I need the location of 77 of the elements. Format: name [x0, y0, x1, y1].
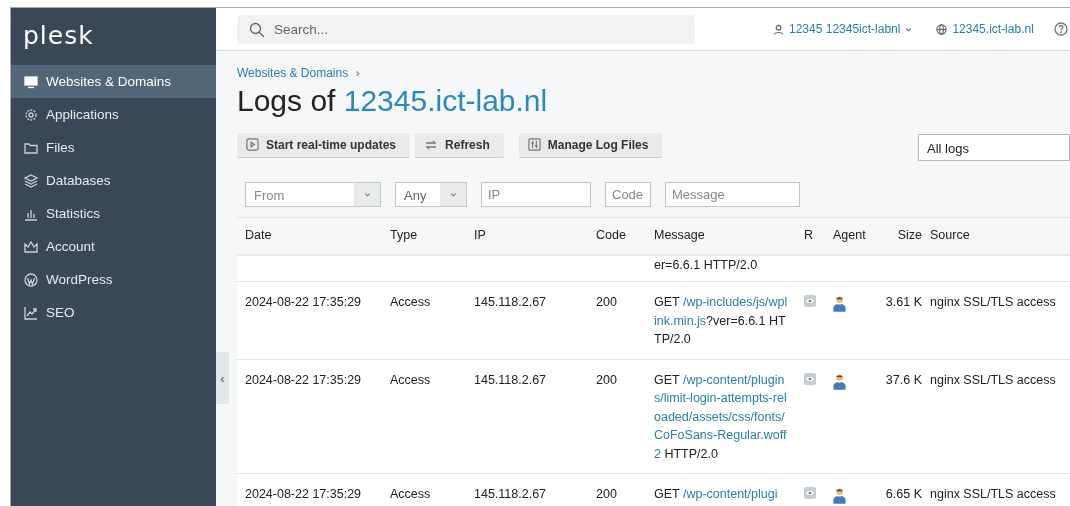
plesk-logo: plesk	[22, 20, 94, 52]
caret-icon	[905, 25, 913, 33]
table-cell-text: Access	[390, 371, 432, 389]
nav-item[interactable]: Applications	[11, 98, 216, 131]
page-title: Logs of 12345.ict-lab.nl	[237, 84, 548, 118]
user-menu[interactable]: 12345 12345ict-labnl	[773, 22, 913, 36]
monitor-icon	[24, 74, 38, 89]
table-cell-text: GET /wp-content/plugi	[654, 486, 779, 503]
gear-icon	[24, 107, 38, 122]
type-filter[interactable]: Any	[395, 182, 467, 207]
breadcrumb-link[interactable]: Websites & Domains	[237, 66, 349, 80]
column-header[interactable]: R	[804, 226, 833, 245]
message-filter[interactable]: Message	[665, 182, 800, 207]
domain-link[interactable]: 12345.ict-lab.nl	[936, 22, 1034, 36]
sliders-icon	[527, 138, 541, 151]
ip-filter[interactable]: IP	[481, 182, 591, 207]
toolbar-button[interactable]: Start real-time updates	[237, 132, 411, 158]
nav-item[interactable]: WordPress	[11, 263, 216, 296]
table-cell-text: GET /wp-includes/js/wplink.min.js?ver=6.6.1 HTTP/2.0	[654, 294, 789, 348]
eye-icon[interactable]	[804, 372, 816, 385]
nav-item[interactable]: Statistics	[11, 197, 216, 230]
table-cell-text: 2024-08-22 17:35:29	[245, 371, 363, 389]
caret-icon	[449, 191, 457, 198]
chevron-icon	[354, 69, 362, 77]
table-cell-text: nginx SSL/TLS access	[929, 371, 1056, 389]
column-header[interactable]: IP	[474, 226, 596, 245]
table-cell-text: nginx SSL/TLS access	[929, 294, 1056, 311]
globe-icon	[936, 23, 948, 35]
column-header[interactable]: Agent	[833, 226, 880, 245]
layers-icon	[24, 173, 38, 188]
table-cell-text: er=6.6.1 HTTP/2.0	[654, 256, 759, 274]
column-header[interactable]: Message	[654, 226, 804, 245]
wordpress-icon	[24, 272, 38, 287]
person-icon[interactable]	[833, 295, 846, 312]
table-cell-text: 2024-08-22 17:35:29	[245, 294, 363, 311]
table-cell-text: GET /wp-content/plugins/limit-login-attempts-reloaded/assets/css/fonts/CoFoSans-Regular.woff2 HTTP/2.0	[654, 371, 788, 463]
help-icon[interactable]	[1053, 22, 1068, 36]
column-header[interactable]: Type	[390, 226, 474, 245]
nav-item[interactable]: Account	[11, 230, 216, 263]
nav-item[interactable]: Websites & Domains	[11, 65, 216, 98]
folder-icon	[24, 140, 38, 155]
collapse-handle[interactable]: ‹	[216, 352, 229, 404]
search-field[interactable]: Search...	[237, 14, 695, 44]
table-cell-text: 37.6 K	[884, 371, 922, 389]
nav-item[interactable]: Files	[11, 131, 216, 164]
column-header[interactable]: Date	[245, 226, 390, 245]
log-select[interactable]: All logs	[918, 133, 1070, 161]
table-cell-text: Access	[390, 294, 432, 311]
column-header[interactable]: Code	[596, 226, 654, 245]
column-header[interactable]: Source	[922, 226, 970, 245]
date-filter[interactable]: From	[245, 182, 381, 207]
nav-item[interactable]: Databases	[11, 164, 216, 197]
user-icon	[773, 23, 784, 35]
table-cell-text: 145.118.2.67	[474, 294, 548, 311]
play-icon	[246, 138, 259, 151]
table-cell-text: Access	[390, 486, 432, 503]
person-icon[interactable]	[833, 372, 846, 390]
table-cell-text: nginx SSL/TLS access	[929, 486, 1056, 503]
table-cell-text: 200	[596, 371, 618, 389]
toolbar-button[interactable]: Manage Log Files	[518, 132, 663, 158]
table-cell-text: 145.118.2.67	[474, 486, 548, 503]
crown-icon	[24, 239, 38, 254]
person-icon[interactable]	[833, 487, 846, 504]
table-cell-text: 6.65 K	[884, 486, 922, 503]
toolbar-button[interactable]: Refresh	[415, 132, 504, 158]
line-chart-icon	[24, 305, 38, 320]
table-cell-text: 200	[596, 486, 618, 503]
code-filter[interactable]: Code	[605, 182, 651, 207]
table-cell-text: 3.61 K	[884, 294, 922, 311]
caret-icon	[363, 191, 371, 198]
table-cell-text: 145.118.2.67	[474, 371, 548, 389]
eye-icon[interactable]	[804, 487, 816, 499]
table-cell-text: 2024-08-22 17:35:29	[245, 486, 363, 503]
eye-icon[interactable]	[804, 295, 816, 307]
table-cell-text: 200	[596, 294, 618, 311]
nav-item[interactable]: SEO	[11, 296, 216, 329]
column-header[interactable]: Size	[880, 226, 922, 245]
